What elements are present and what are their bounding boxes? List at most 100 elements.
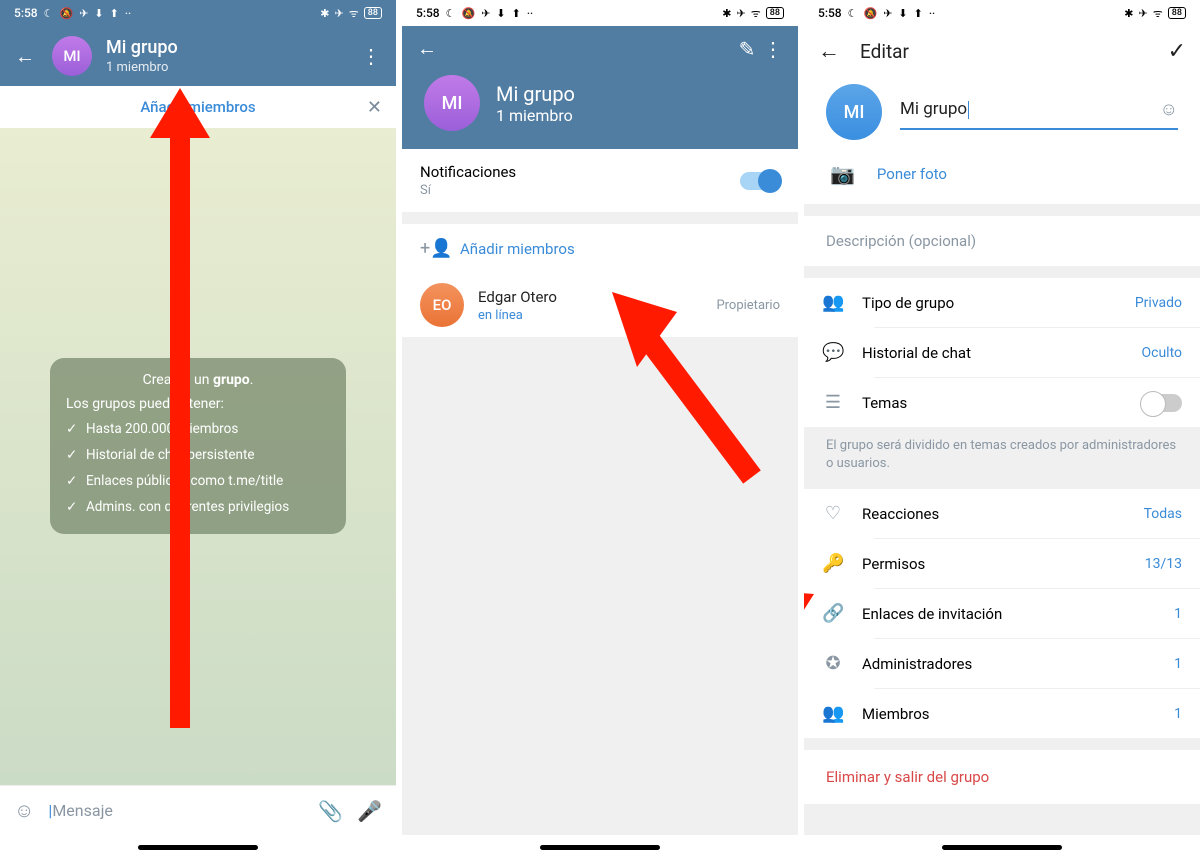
- group-name-input[interactable]: Mi grupo ☺: [900, 95, 1178, 130]
- status-moon-icon: ☾: [848, 7, 858, 20]
- mic-icon[interactable]: 🎤: [357, 799, 382, 823]
- topics-row[interactable]: ☰ Temas: [804, 378, 1200, 427]
- heart-icon: ♡: [822, 503, 844, 524]
- group-tip-card: Creaste un grupo. Los grupos pueden tene…: [50, 358, 346, 534]
- nav-bar: [804, 835, 1200, 863]
- chat-history-value: Oculto: [1141, 345, 1182, 361]
- tip-subtitle: Los grupos pueden tener:: [66, 396, 330, 412]
- status-up-icon: ⬆: [512, 7, 521, 20]
- admins-row[interactable]: ✪ Administradores 1: [804, 639, 1200, 688]
- admins-label: Administradores: [862, 655, 1156, 673]
- status-up-icon: ⬆: [110, 7, 119, 20]
- status-wifi-icon: ᯤ: [1153, 6, 1163, 21]
- reactions-row[interactable]: ♡ Reacciones Todas: [804, 489, 1200, 538]
- menu-icon[interactable]: ⋮: [760, 37, 786, 61]
- group-avatar[interactable]: MI: [424, 75, 480, 131]
- status-battery-icon: 88: [1168, 7, 1186, 19]
- members-row[interactable]: 👥 Miembros 1: [804, 689, 1200, 738]
- status-moon-icon: ☾: [446, 7, 456, 20]
- permissions-label: Permisos: [862, 555, 1127, 573]
- group-avatar[interactable]: MI: [826, 84, 882, 140]
- emoji-icon[interactable]: ☺: [1160, 99, 1178, 120]
- add-members-label: Añadir miembros: [460, 240, 780, 258]
- status-bar: 5:58 ☾ 🔕 ✈ ⬇ ⬆ ·· ✱ ✈ ᯤ 88: [0, 0, 396, 26]
- nav-bar: [402, 835, 798, 863]
- status-down-icon: ⬇: [94, 7, 103, 20]
- status-mute-icon: 🔕: [864, 7, 878, 20]
- tip-item: Enlaces públicos como t.me/title: [66, 468, 330, 494]
- status-mute-icon: 🔕: [462, 7, 476, 20]
- status-battery-icon: 88: [766, 7, 784, 19]
- status-time: 5:58: [818, 6, 842, 20]
- delete-group-row[interactable]: Eliminar y salir del grupo: [804, 750, 1200, 804]
- add-user-icon: +👤: [420, 238, 442, 259]
- status-telegram-icon: ✈: [79, 7, 88, 20]
- status-airplane-icon: ✈: [737, 7, 746, 20]
- close-icon[interactable]: ✕: [367, 97, 382, 118]
- tip-item: Historial de chat persistente: [66, 442, 330, 468]
- invite-links-row[interactable]: 🔗 Enlaces de invitación 1: [804, 589, 1200, 638]
- people-icon: 👥: [822, 292, 844, 313]
- member-role: Propietario: [716, 298, 780, 313]
- notifications-value: Sí: [420, 183, 722, 198]
- link-icon: 🔗: [822, 603, 844, 624]
- nav-bar: [0, 835, 396, 863]
- members-value: 1: [1174, 706, 1182, 722]
- back-icon[interactable]: ←: [12, 44, 38, 69]
- screen-edit-group: 5:58 ☾ 🔕 ✈ ⬇ ⬆ ·· ✱ ✈ ᯤ 88 ← Editar ✓ MI…: [804, 0, 1200, 863]
- notifications-row[interactable]: Notificaciones Sí: [402, 149, 798, 212]
- group-type-value: Privado: [1135, 295, 1182, 311]
- status-wifi-icon: ᯤ: [751, 6, 761, 21]
- tip-item: Hasta 200.000 miembros: [66, 416, 330, 442]
- notifications-toggle[interactable]: [740, 172, 780, 190]
- confirm-icon[interactable]: ✓: [1168, 39, 1186, 64]
- permissions-row[interactable]: 🔑 Permisos 13/13: [804, 539, 1200, 588]
- key-icon: 🔑: [822, 553, 844, 574]
- chat-background: Creaste un grupo. Los grupos pueden tene…: [0, 128, 396, 785]
- group-type-row[interactable]: 👥 Tipo de grupo Privado: [804, 278, 1200, 327]
- status-bluetooth-icon: ✱: [320, 7, 329, 20]
- reactions-label: Reacciones: [862, 505, 1126, 523]
- member-avatar: EO: [420, 283, 464, 327]
- message-input[interactable]: |Mensaje: [48, 801, 304, 820]
- chat-header[interactable]: ← MI Mi grupo 1 miembro ⋮: [0, 26, 396, 86]
- topics-toggle[interactable]: [1142, 394, 1182, 412]
- add-members-row[interactable]: +👤 Añadir miembros: [402, 224, 798, 273]
- status-airplane-icon: ✈: [1139, 7, 1148, 20]
- screen-group-info: 5:58 ☾ 🔕 ✈ ⬇ ⬆ ·· ✱ ✈ ᯤ 88 ← ✎ ⋮ MI Mi g…: [402, 0, 798, 863]
- member-status: en línea: [478, 308, 702, 323]
- attach-icon[interactable]: 📎: [318, 799, 343, 823]
- set-photo-label: Poner foto: [877, 165, 947, 183]
- invite-links-value: 1: [1174, 606, 1182, 622]
- group-avatar[interactable]: MI: [52, 36, 92, 76]
- group-title: Mi grupo: [106, 37, 344, 58]
- status-up-icon: ⬆: [914, 7, 923, 20]
- group-subtitle: 1 miembro: [106, 60, 344, 75]
- menu-icon[interactable]: ⋮: [358, 44, 384, 68]
- chat-history-label: Historial de chat: [862, 344, 1123, 362]
- edit-name-row: MI Mi grupo ☺: [804, 76, 1200, 144]
- screen-chat: 5:58 ☾ 🔕 ✈ ⬇ ⬆ ·· ✱ ✈ ᯤ 88 ← MI Mi grupo…: [0, 0, 396, 863]
- emoji-icon[interactable]: ☺: [14, 798, 34, 823]
- member-name: Edgar Otero: [478, 288, 702, 306]
- back-icon[interactable]: ←: [818, 38, 840, 64]
- edit-icon[interactable]: ✎: [734, 37, 760, 61]
- reactions-value: Todas: [1144, 506, 1182, 522]
- members-label: Miembros: [862, 705, 1156, 723]
- chat-history-row[interactable]: 💬 Historial de chat Oculto: [804, 328, 1200, 377]
- status-battery-icon: 88: [364, 7, 382, 19]
- tip-title: Creaste un grupo.: [66, 372, 330, 388]
- message-input-bar[interactable]: ☺ |Mensaje 📎 🎤: [0, 785, 396, 835]
- invite-links-label: Enlaces de invitación: [862, 605, 1156, 623]
- shield-icon: ✪: [822, 653, 844, 674]
- back-icon[interactable]: ←: [414, 36, 440, 61]
- status-telegram-icon: ✈: [883, 7, 892, 20]
- status-airplane-icon: ✈: [335, 7, 344, 20]
- set-photo-row[interactable]: 📷 Poner foto: [804, 144, 1200, 204]
- add-members-banner[interactable]: Añadir miembros ✕: [0, 86, 396, 128]
- status-more-icon: ··: [527, 7, 533, 20]
- member-row[interactable]: EO Edgar Otero en línea Propietario: [402, 273, 798, 337]
- permissions-value: 13/13: [1145, 556, 1182, 572]
- status-bar: 5:58 ☾ 🔕 ✈ ⬇ ⬆ ·· ✱ ✈ ᯤ 88: [402, 0, 798, 26]
- description-input[interactable]: Descripción (opcional): [804, 216, 1200, 266]
